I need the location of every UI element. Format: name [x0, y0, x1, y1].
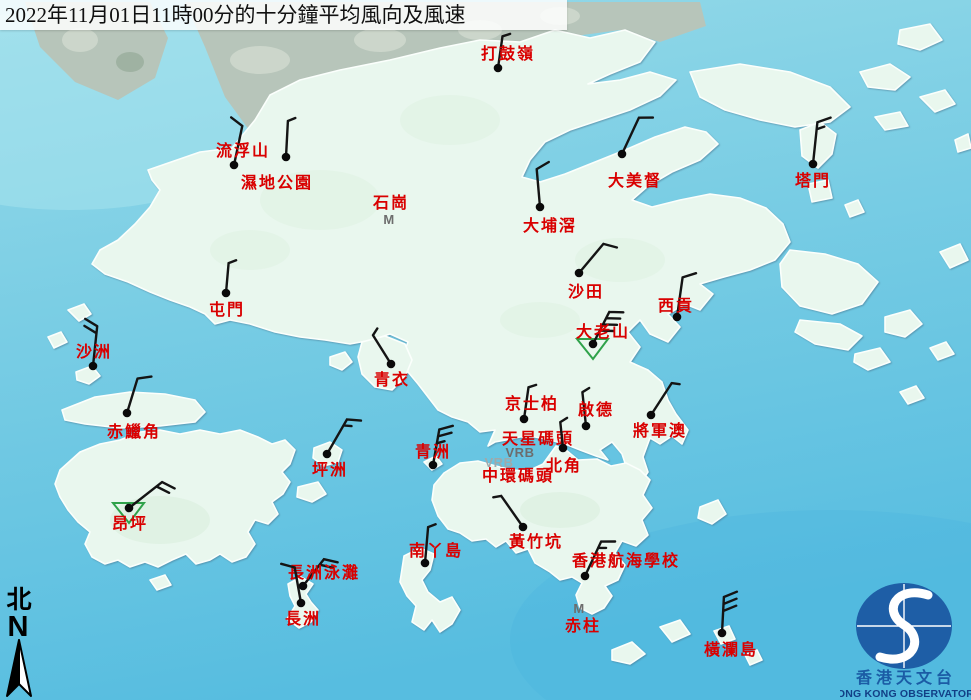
station-label: 橫瀾島 [704, 640, 758, 659]
station-dot [282, 153, 291, 162]
weather-map-page: 打鼓嶺流浮山濕地公園石崗M大美督塔門大埔滘沙田西貢沙洲屯門大老山青衣赤鱲角坪洲京… [0, 0, 971, 700]
station-dot [647, 411, 656, 420]
station-dot [387, 360, 396, 369]
station-label: 沙田 [568, 283, 604, 301]
station-dot [222, 289, 231, 298]
station-label: 打鼓嶺 [481, 44, 535, 63]
station-dot [89, 362, 98, 371]
hko-name-en: HONG KONG OBSERVATORY [840, 688, 971, 700]
station-dot [520, 415, 529, 424]
station-dot [559, 444, 568, 453]
station-label: 沙洲 [76, 343, 112, 361]
station-label: 長洲泳灘 [288, 563, 360, 582]
station-dot [618, 150, 627, 159]
station-dot [494, 64, 503, 73]
station-label: 大埔滘 [523, 216, 577, 235]
station-dot [123, 409, 132, 418]
station-label: 黃竹坑 [508, 532, 563, 551]
hong-kong-map: 打鼓嶺流浮山濕地公園石崗M大美督塔門大埔滘沙田西貢沙洲屯門大老山青衣赤鱲角坪洲京… [0, 0, 971, 700]
station-dot [429, 461, 438, 470]
station-label: 赤柱 [565, 616, 601, 635]
station-label: 大老山 [576, 322, 630, 341]
station-label: 青衣 [374, 370, 410, 389]
hko-logo-icon [856, 583, 952, 669]
station-dot [125, 504, 134, 513]
station-label: 青洲 [415, 442, 451, 461]
north-compass: 北 N [2, 584, 36, 700]
station-dot [718, 629, 727, 638]
station-label: 坪洲 [312, 461, 348, 479]
station-label: 長洲 [285, 610, 321, 628]
station-label: 大美督 [608, 171, 662, 190]
north-arrow-icon [7, 640, 31, 696]
station-dot [323, 450, 332, 459]
station-label: 流浮山 [216, 141, 270, 160]
station-note: VRB [485, 455, 514, 470]
station-label: 北角 [546, 456, 582, 475]
station-label: 昂坪 [112, 515, 148, 533]
station-note: M [573, 601, 584, 616]
station-dot [230, 161, 239, 170]
station-label: 屯門 [209, 300, 245, 319]
station-dot [581, 572, 590, 581]
station-label: 南丫島 [409, 541, 463, 560]
station-label: 啟德 [578, 400, 614, 419]
compass-cn-label: 北 [6, 586, 31, 614]
hko-name-cn: 香港天文台 [855, 668, 956, 687]
station-label: 石崗 [372, 193, 409, 212]
station-dot [575, 269, 584, 278]
hko-logo: 香港天文台 HONG KONG OBSERVATORY [840, 575, 971, 700]
station-label: 西貢 [658, 297, 694, 315]
station-dot [582, 422, 591, 431]
station-note: M [383, 212, 394, 227]
station-dot [519, 523, 528, 532]
station-label: 京士柏 [505, 394, 559, 413]
compass-n-label: N [8, 611, 29, 643]
station-label: 香港航海學校 [571, 551, 680, 570]
station-label: 將軍澳 [633, 421, 687, 440]
map-title: 2022年11月01日11時00分的十分鐘平均風向及風速 [0, 0, 567, 30]
station-label: 赤鱲角 [107, 422, 161, 441]
station-label: 塔門 [795, 171, 831, 190]
station-label: 濕地公園 [241, 173, 313, 192]
station-dot [536, 203, 545, 212]
station-dot [809, 160, 818, 169]
station-dot [299, 582, 308, 591]
station-dot [297, 599, 306, 608]
